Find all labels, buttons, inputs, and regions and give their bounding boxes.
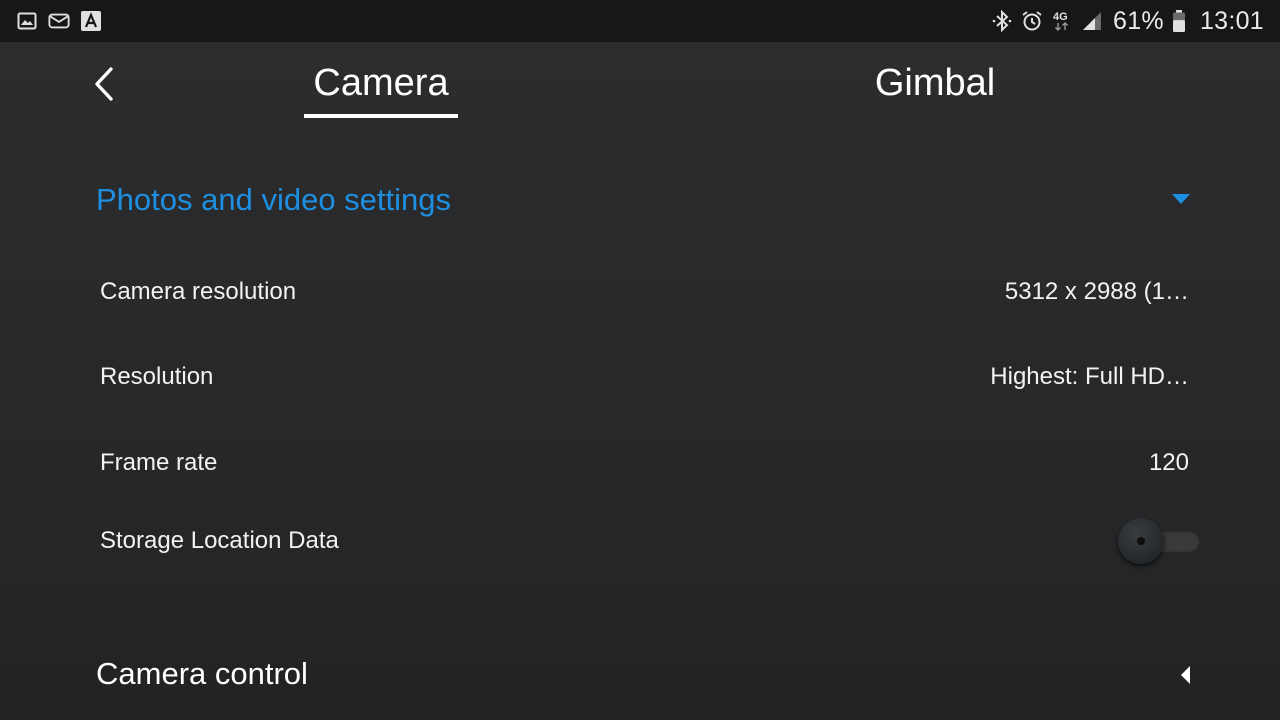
bluetooth-icon (991, 9, 1013, 33)
signal-icon (1081, 10, 1103, 32)
network-4g-icon: 4G (1051, 9, 1073, 33)
tab-header: Camera Gimbal (0, 42, 1280, 138)
app-screen: 4G 61% 13:01 Camera Gimbal Photos and vi… (0, 0, 1280, 720)
photo-video-section-header[interactable]: Photos and video settings (0, 172, 1280, 230)
setting-value: 120 (1148, 449, 1189, 476)
status-bar: 4G 61% 13:01 (0, 0, 1280, 42)
setting-row-resolution[interactable]: Resolution Highest: Full HD… (80, 344, 1220, 408)
battery-percent: 61% (1113, 6, 1164, 35)
email-icon (48, 10, 70, 32)
storage-location-toggle[interactable] (1118, 516, 1200, 564)
section-title: Camera control (96, 656, 308, 691)
section-title: Photos and video settings (96, 182, 452, 217)
caret-left-icon (1181, 666, 1190, 684)
setting-value: Highest: Full HD… (990, 363, 1189, 390)
status-bar-notifications (16, 10, 112, 32)
setting-label: Storage Location Data (100, 527, 339, 554)
setting-row-frame-rate[interactable]: Frame rate 120 (80, 430, 1220, 494)
battery-icon (1172, 9, 1186, 33)
setting-label: Resolution (100, 363, 214, 390)
setting-value: 5312 x 2988 (1… (1004, 278, 1189, 305)
tab-camera[interactable]: Camera (304, 60, 458, 118)
tab-gimbal[interactable]: Gimbal (840, 60, 1030, 118)
font-icon (80, 10, 102, 32)
status-bar-system: 4G 61% 13:01 (983, 7, 1264, 36)
back-button[interactable] (84, 62, 124, 106)
chevron-left-icon (95, 67, 113, 101)
alarm-icon (1021, 10, 1043, 32)
active-tab-indicator (304, 114, 458, 118)
camera-control-section-header[interactable]: Camera control (0, 646, 1280, 708)
toggle-thumb (1118, 518, 1164, 564)
caret-down-icon (1172, 194, 1190, 204)
setting-label: Frame rate (100, 449, 218, 476)
gallery-icon (16, 10, 38, 32)
setting-label: Camera resolution (100, 278, 297, 305)
tab-gimbal-label: Gimbal (874, 62, 996, 104)
svg-text:4G: 4G (1053, 11, 1068, 23)
toggle-dot (1137, 537, 1145, 545)
setting-row-camera-resolution[interactable]: Camera resolution 5312 x 2988 (1… (80, 259, 1220, 323)
clock: 13:01 (1199, 6, 1264, 35)
setting-row-storage-location: Storage Location Data (80, 508, 1220, 572)
tab-camera-label: Camera (313, 62, 449, 104)
